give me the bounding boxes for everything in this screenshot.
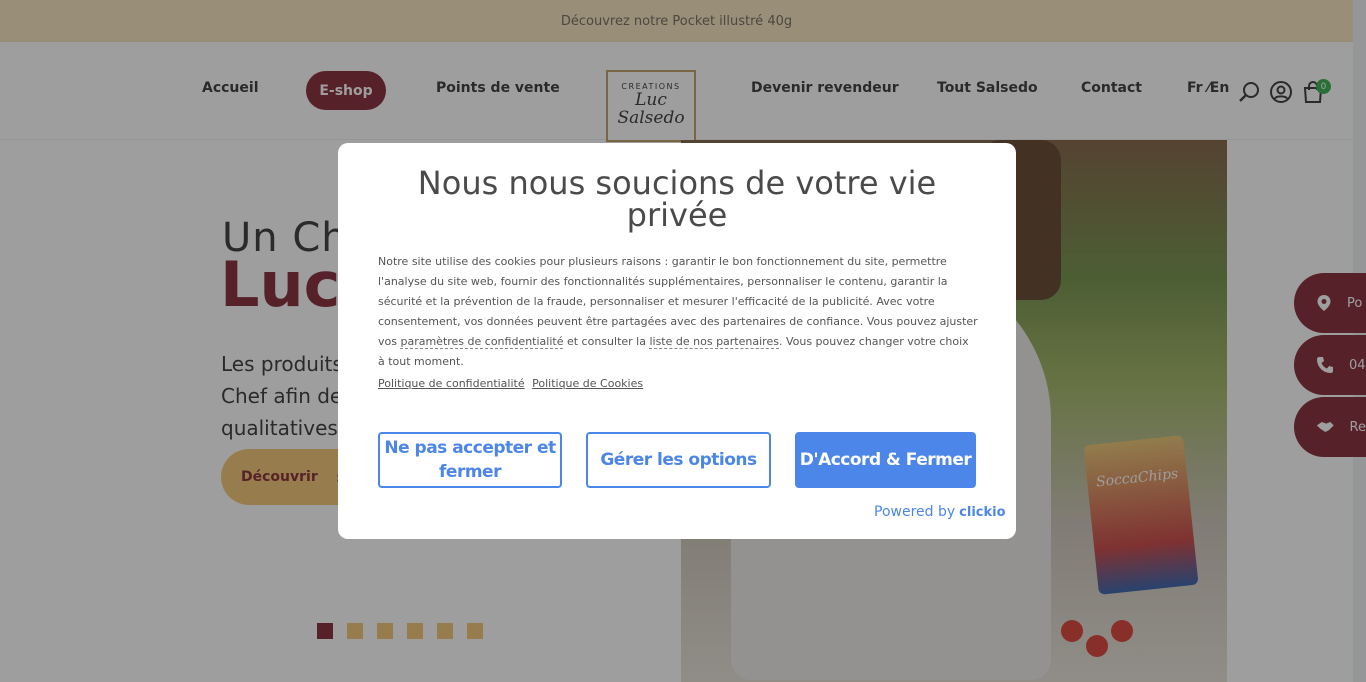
privacy-policy-link[interactable]: Politique de confidentialité — [378, 377, 525, 390]
body-text: et consulter la — [563, 335, 650, 348]
manage-options-button[interactable]: Gérer les options — [586, 432, 771, 488]
cookie-policy-link[interactable]: Politique de Cookies — [532, 377, 643, 390]
powered-by-label: Powered by — [874, 504, 956, 520]
privacy-settings-link[interactable]: paramètres de confidentialité — [400, 335, 564, 349]
cookie-consent-dialog: Nous nous soucions de votre vie privée N… — [338, 143, 1016, 539]
partners-list-link[interactable]: liste de nos partenaires — [649, 335, 779, 349]
dialog-body: Notre site utilise des cookies pour plus… — [378, 252, 978, 372]
policy-links: Politique de confidentialité Politique d… — [378, 377, 647, 390]
reject-and-close-button[interactable]: Ne pas accepter et fermer — [378, 432, 562, 488]
accept-and-close-button[interactable]: D'Accord & Fermer — [795, 432, 976, 488]
clickio-brand: clickio — [959, 505, 1006, 520]
powered-by[interactable]: Powered by clickio — [874, 504, 1006, 520]
dialog-title: Nous nous soucions de votre vie privée — [417, 164, 937, 234]
